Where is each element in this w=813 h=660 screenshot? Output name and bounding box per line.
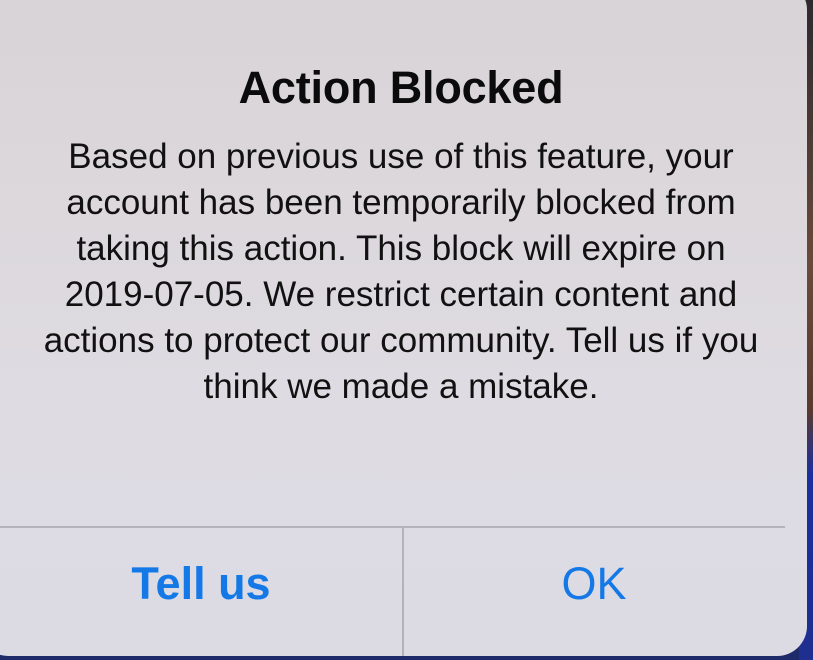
ok-button[interactable]: OK xyxy=(403,527,785,640)
tell-us-button[interactable]: Tell us xyxy=(0,527,402,640)
alert-content: Action Blocked Based on previous use of … xyxy=(0,0,785,527)
alert-dialog: Action Blocked Based on previous use of … xyxy=(0,0,807,656)
alert-message: Based on previous use of this feature, y… xyxy=(43,137,759,406)
alert-title: Action Blocked xyxy=(238,62,564,113)
